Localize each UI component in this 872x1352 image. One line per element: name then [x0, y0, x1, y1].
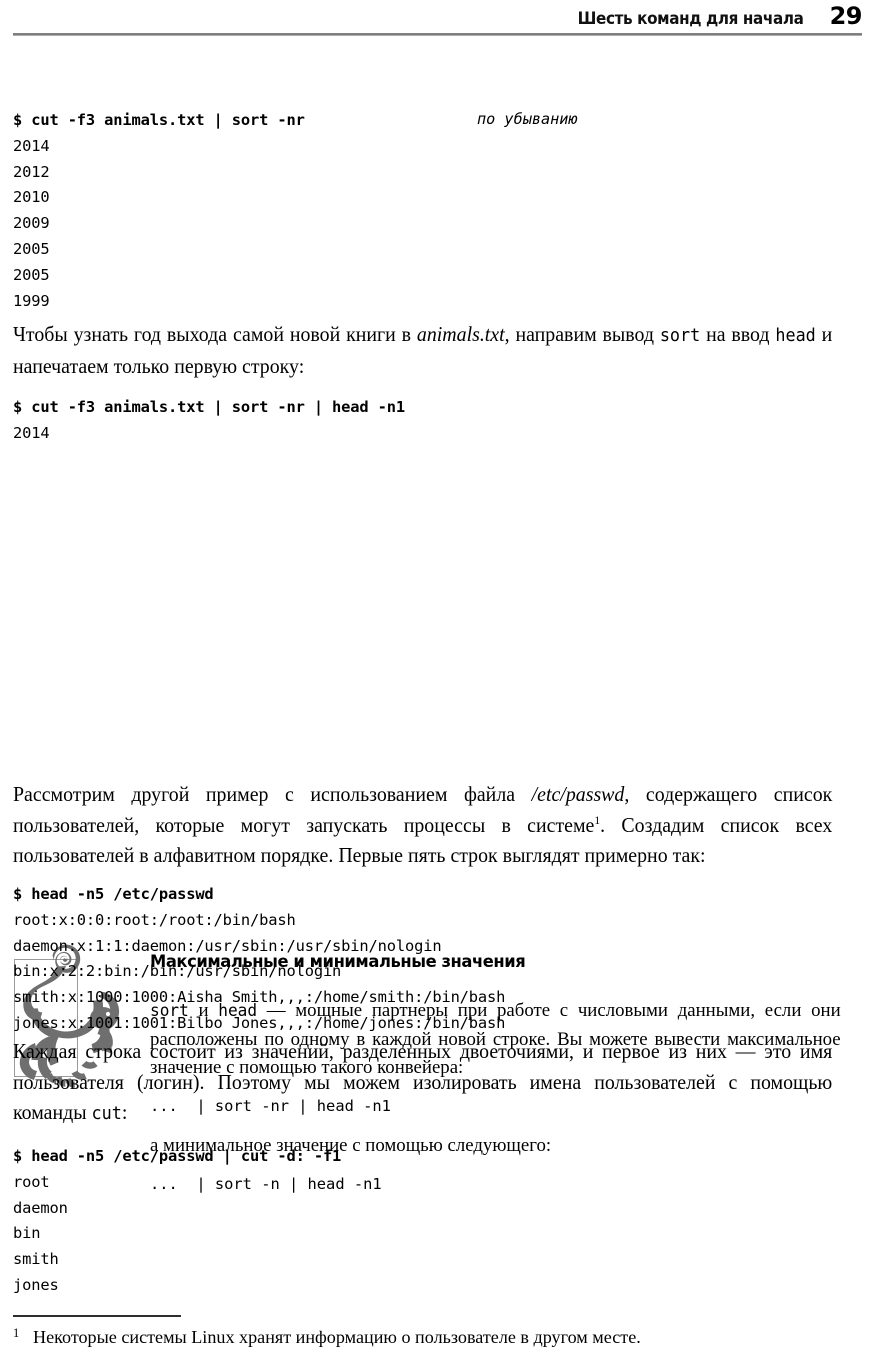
paragraph-text-segment: , направим вывод: [504, 324, 660, 346]
footnote-divider-rule: [13, 1315, 181, 1317]
code-output-line: 2005: [13, 265, 50, 284]
footnote: 1 Некоторые системы Linux хранят информа…: [13, 1325, 862, 1350]
code-output-line: 2005: [13, 239, 50, 258]
code-output-line: 1999: [13, 291, 50, 310]
header-divider-rule: [13, 33, 862, 36]
code-output-line: 2012: [13, 162, 50, 181]
code-command-line: $ head -n5 /etc/passwd: [13, 885, 214, 903]
paragraph-text-segment: :: [121, 1102, 128, 1124]
note-box: Максимальные и минимальные значения sort…: [0, 470, 872, 1193]
code-output-line: 2014: [13, 423, 50, 442]
code-output-line: root: [13, 1172, 50, 1191]
code-command-line: $ cut -f3 animals.txt | sort -nr | head …: [13, 398, 405, 416]
paragraph-cut-usernames: Каждая строка состоит из значений, разде…: [13, 1037, 832, 1130]
code-block-cut-sort: $ cut -f3 animals.txt | sort -nr 2014 20…: [13, 108, 305, 314]
code-output-line: 2014: [13, 136, 50, 155]
code-block-cut-sort-head: $ cut -f3 animals.txt | sort -nr | head …: [13, 395, 405, 447]
code-output-line: bin:x:2:2:bin:/bin:/usr/sbin/nologin: [13, 962, 342, 981]
code-output-line: smith: [13, 1250, 59, 1269]
page-header: Шесть команд для начала 29: [13, 2, 863, 32]
code-output-line: 2010: [13, 188, 50, 207]
footnote-marker: 1: [13, 1326, 20, 1340]
code-output-line: daemon: [13, 1198, 68, 1217]
inline-italic-path: /etc/passwd: [531, 784, 625, 806]
paragraph-sort-head-intro: Чтобы узнать год выхода самой новой книг…: [13, 320, 832, 382]
code-block-head-passwd: $ head -n5 /etc/passwd root:x:0:0:root:/…: [13, 882, 505, 1037]
paragraph-text-segment: Чтобы узнать год выхода самой новой книг…: [13, 324, 417, 346]
inline-code-sort: sort: [659, 326, 701, 346]
code-output-line: daemon:x:1:1:daemon:/usr/sbin:/usr/sbin/…: [13, 936, 442, 955]
code-block-head-cut: $ head -n5 /etc/passwd | cut -d: -f1 roo…: [13, 1144, 341, 1299]
code-output-line: root:x:0:0:root:/root:/bin/bash: [13, 910, 296, 929]
paragraph-text-segment: Каждая строка состоит из значений, разде…: [13, 1041, 833, 1124]
code-output-line: jones: [13, 1275, 59, 1294]
footnote-text: Некоторые системы Linux хранят информаци…: [33, 1327, 642, 1347]
inline-code-cut: cut: [91, 1104, 122, 1124]
paragraph-passwd-intro: Рассмотрим другой пример с использование…: [13, 780, 832, 872]
code-command-line: $ head -n5 /etc/passwd | cut -d: -f1: [13, 1147, 342, 1165]
code-annotation-descending: по убыванию: [477, 110, 578, 128]
paragraph-text-segment: Рассмотрим другой пример с использование…: [13, 784, 532, 806]
code-output-line: 2009: [13, 214, 50, 233]
code-output-line: jones:x:1001:1001:Bilbo Jones,,,:/home/j…: [13, 1013, 506, 1032]
header-chapter-title: Шесть команд для начала: [577, 9, 804, 28]
code-command-line: $ cut -f3 animals.txt | sort -nr: [13, 111, 305, 129]
page-number: 29: [829, 2, 863, 30]
inline-italic-filename: animals.txt: [416, 324, 505, 346]
paragraph-text-segment: на ввод: [700, 324, 776, 346]
code-output-line: bin: [13, 1224, 41, 1243]
code-output-line: smith:x:1000:1000:Aisha Smith,,,:/home/s…: [13, 988, 506, 1007]
document-page: Шесть команд для начала 29 $ cut -f3 ani…: [0, 0, 872, 1352]
inline-code-head: head: [775, 326, 816, 346]
